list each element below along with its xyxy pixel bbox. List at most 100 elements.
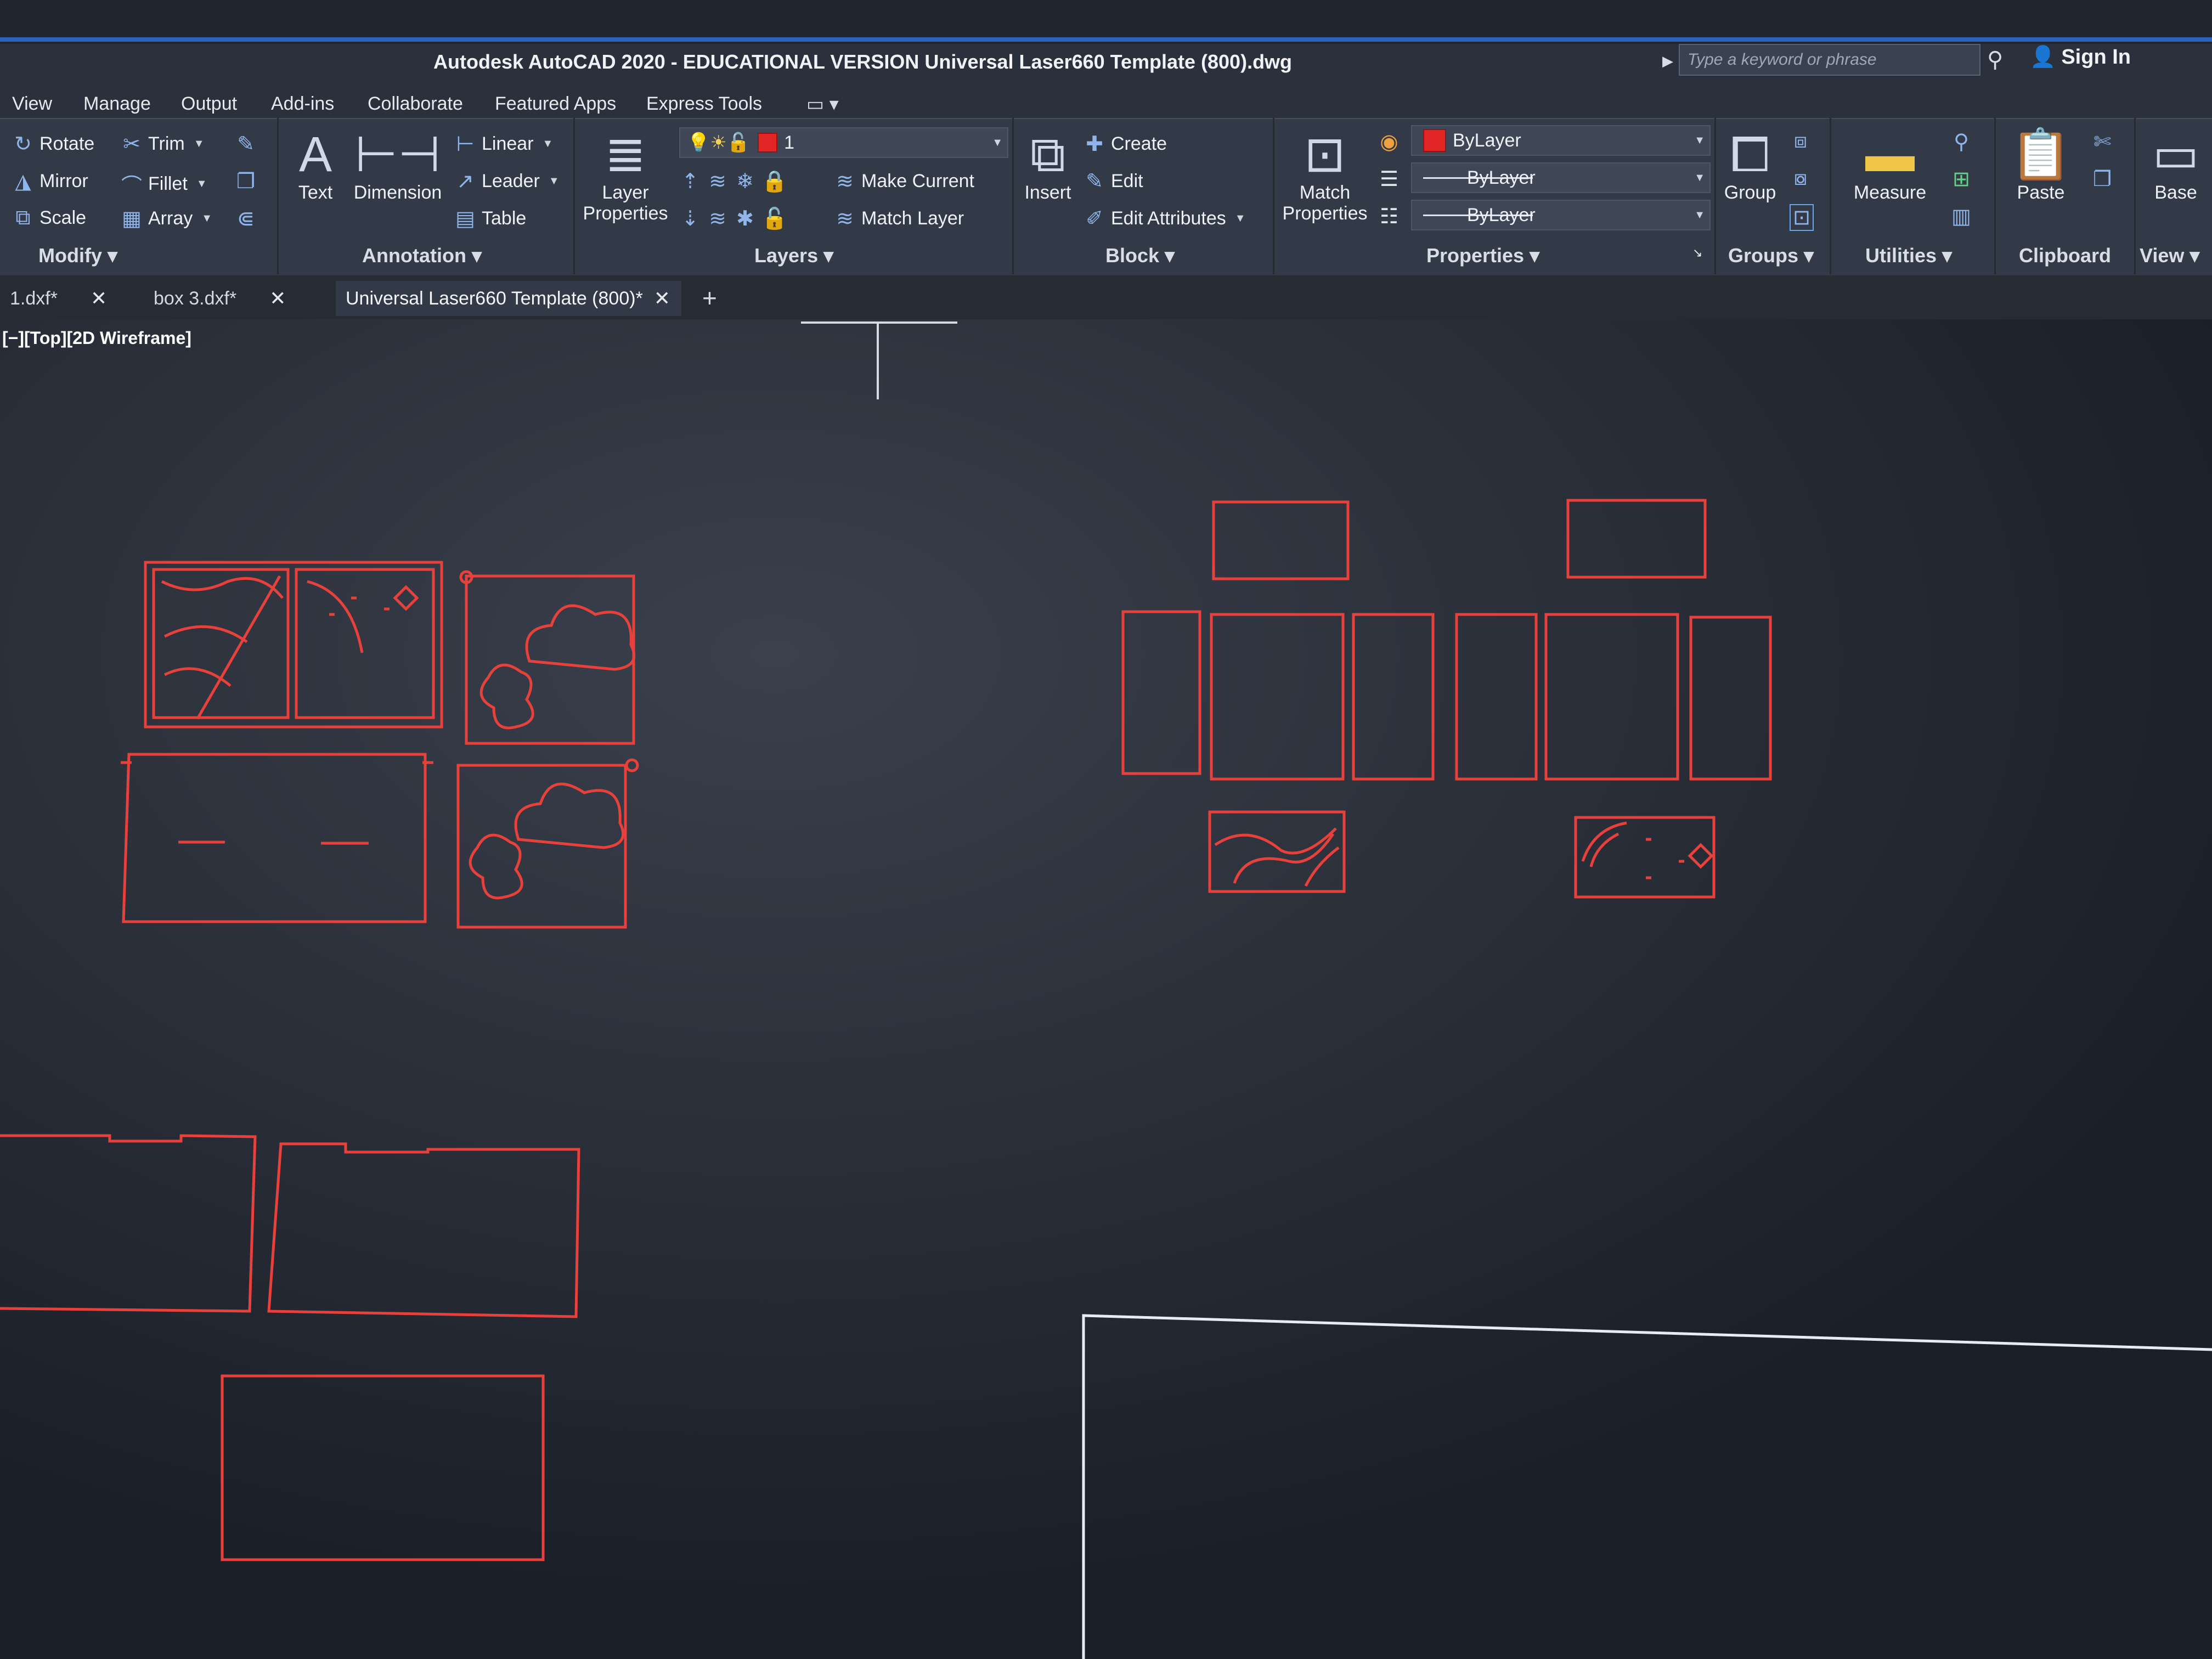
file-tab-1-dxf[interactable]: 1.dxf* ✕ xyxy=(0,281,126,316)
create-block-button[interactable]: ✚ Create xyxy=(1084,132,1167,156)
drawing-canvas[interactable] xyxy=(0,319,2212,1659)
match-layer-button[interactable]: ≋ Match Layer xyxy=(834,206,964,231)
close-icon[interactable]: ✕ xyxy=(269,287,286,310)
rotate-button[interactable]: ↻ Rotate xyxy=(12,132,94,156)
panel-divider xyxy=(1830,118,1831,274)
block-panel-label[interactable]: Block ▾ xyxy=(1105,244,1175,267)
file-tab-universal-laser[interactable]: Universal Laser660 Template (800)* ✕ xyxy=(336,281,681,316)
scale-button[interactable]: ⧉ Scale xyxy=(12,206,86,230)
calculator-icon[interactable]: ▥ xyxy=(1950,204,1972,229)
layer-tools-row-2[interactable]: ⇣ ≋ ✱ 🔓 xyxy=(679,206,787,231)
copy-icon[interactable]: ❐ xyxy=(235,169,257,194)
group-button[interactable]: ⧠ Group xyxy=(1717,127,1783,203)
close-icon[interactable]: ✕ xyxy=(91,287,107,310)
color-wheel-icon[interactable]: ◉ xyxy=(1378,129,1400,154)
file-tab-label: 1.dxf* xyxy=(10,287,58,309)
clipboard-panel-label[interactable]: Clipboard xyxy=(2019,244,2111,267)
mirror-button[interactable]: ◮ Mirror xyxy=(12,169,88,194)
search-expand-icon[interactable]: ▶ xyxy=(1662,53,1673,70)
base-view-icon: ▭ xyxy=(2152,127,2199,182)
quick-select-icon[interactable]: ⚲ xyxy=(1950,129,1972,154)
panel-divider xyxy=(1012,118,1014,274)
sign-in-button[interactable]: 👤 Sign In xyxy=(2030,45,2131,69)
fillet-icon: ⌒ xyxy=(121,175,142,198)
utilities-panel-label[interactable]: Utilities ▾ xyxy=(1865,244,1952,267)
properties-panel-label[interactable]: Properties ▾ xyxy=(1426,244,1539,267)
layer-dropdown[interactable]: 💡☀🔓 1 ▼ xyxy=(679,127,1008,158)
table-button[interactable]: ▤ Table xyxy=(454,206,526,231)
layer-thaw-icon[interactable]: ✱ xyxy=(734,206,756,231)
offset-icon[interactable]: ⋐ xyxy=(235,206,257,231)
layers-panel-label[interactable]: Layers ▾ xyxy=(754,244,833,267)
layer-freeze-icon[interactable]: ❄ xyxy=(734,169,756,194)
text-label: Text xyxy=(298,182,333,203)
group-select-icon[interactable]: ⊡ xyxy=(1790,204,1814,231)
measure-button[interactable]: ▬ Measure xyxy=(1835,127,1945,203)
trim-icon: ✂ xyxy=(123,133,140,156)
workspace-toggle-icon[interactable]: ▭ ▾ xyxy=(806,93,839,115)
layer-off-icon[interactable]: ⇡ xyxy=(679,169,701,194)
layer-properties-button[interactable]: ≣ Layer Properties xyxy=(582,127,669,224)
layer-unisolate-icon[interactable]: ≋ xyxy=(707,206,729,231)
group-icon: ⧠ xyxy=(1730,127,1770,182)
edit-block-button[interactable]: ✎ Edit xyxy=(1084,169,1143,194)
dimension-button[interactable]: ⊢⊣ Dimension xyxy=(348,127,447,203)
paste-button[interactable]: 📋 Paste xyxy=(2000,127,2082,203)
erase-icon[interactable]: ✎ xyxy=(235,132,257,156)
properties-dialog-launcher-icon[interactable]: ↘ xyxy=(1692,246,1702,260)
fillet-button[interactable]: ⌒ Fillet ▼ xyxy=(121,169,207,199)
text-icon: A xyxy=(298,127,332,182)
layer-on-icon: 💡☀🔓 xyxy=(687,132,751,153)
layer-lock-icon[interactable]: 🔒 xyxy=(761,170,787,194)
linear-dim-icon: ⊢ xyxy=(456,133,475,156)
cut-icon[interactable]: ✄ xyxy=(2091,129,2113,154)
base-view-button[interactable]: ▭ Base xyxy=(2140,127,2212,203)
insert-button[interactable]: ⧉ Insert xyxy=(1018,127,1078,203)
lineweight-icon[interactable]: ☰ xyxy=(1378,167,1400,191)
layer-unlock-icon[interactable]: 🔓 xyxy=(761,207,787,231)
annotation-panel-label[interactable]: Annotation ▾ xyxy=(362,244,482,267)
group-edit-icon[interactable]: ⧇ xyxy=(1790,167,1812,190)
object-color-dropdown[interactable]: ByLayer ▼ xyxy=(1411,125,1711,156)
tab-view[interactable]: View xyxy=(12,93,52,115)
binoculars-icon[interactable]: ⚲ xyxy=(1987,47,2003,72)
tab-collaborate[interactable]: Collaborate xyxy=(368,93,463,115)
match-properties-button[interactable]: ⊡ Match Properties xyxy=(1278,127,1372,224)
copy-clip-icon[interactable]: ❐ xyxy=(2091,167,2113,191)
select-all-icon[interactable]: ⊞ xyxy=(1950,167,1972,191)
groups-panel-label[interactable]: Groups ▾ xyxy=(1728,244,1814,267)
text-button[interactable]: A Text xyxy=(291,127,340,203)
match-properties-label: Match Properties xyxy=(1282,182,1368,224)
layer-isolate-icon[interactable]: ≋ xyxy=(707,169,729,194)
view-panel-label[interactable]: View ▾ xyxy=(2140,244,2199,267)
group-label: Group xyxy=(1724,182,1776,203)
lineweight-dropdown[interactable]: ByLayer ▼ xyxy=(1411,162,1711,193)
layer-tools-row-1[interactable]: ⇡ ≋ ❄ 🔒 xyxy=(679,169,787,194)
edit-attributes-button[interactable]: ✐ Edit Attributes ▼ xyxy=(1084,206,1246,231)
search-input[interactable]: Type a keyword or phrase xyxy=(1679,44,1980,76)
trim-button[interactable]: ✂ Trim ▼ xyxy=(121,132,204,156)
new-tab-icon[interactable]: + xyxy=(702,283,717,313)
array-button[interactable]: ▦ Array ▼ xyxy=(121,206,212,231)
layer-on-all-icon[interactable]: ⇣ xyxy=(679,206,701,231)
make-current-button[interactable]: ≋ Make Current xyxy=(834,169,974,194)
leader-button[interactable]: ↗ Leader ▼ xyxy=(454,169,560,194)
tab-manage[interactable]: Manage xyxy=(83,93,151,115)
tab-output[interactable]: Output xyxy=(181,93,237,115)
mirror-label: Mirror xyxy=(40,171,88,191)
tab-featured-apps[interactable]: Featured Apps xyxy=(495,93,616,115)
measure-icon: ▬ xyxy=(1865,127,1915,182)
tab-express-tools[interactable]: Express Tools xyxy=(646,93,762,115)
close-icon[interactable]: ✕ xyxy=(654,287,670,310)
viewport-controls[interactable]: [−][Top][2D Wireframe] xyxy=(2,328,191,348)
linetype-dropdown[interactable]: ByLayer ▼ xyxy=(1411,200,1711,230)
tab-add-ins[interactable]: Add-ins xyxy=(271,93,334,115)
linear-button[interactable]: ⊢ Linear ▼ xyxy=(454,132,553,156)
layer-color-swatch xyxy=(758,133,778,153)
file-tab-box-3[interactable]: box 3.dxf* ✕ xyxy=(144,281,319,316)
ungroup-icon[interactable]: ⧈ xyxy=(1790,129,1812,153)
match-layer-icon: ≋ xyxy=(836,207,854,230)
linetype-icon[interactable]: ☷ xyxy=(1378,204,1400,229)
linear-label: Linear xyxy=(482,133,534,154)
modify-panel-label[interactable]: Modify ▾ xyxy=(38,244,117,267)
